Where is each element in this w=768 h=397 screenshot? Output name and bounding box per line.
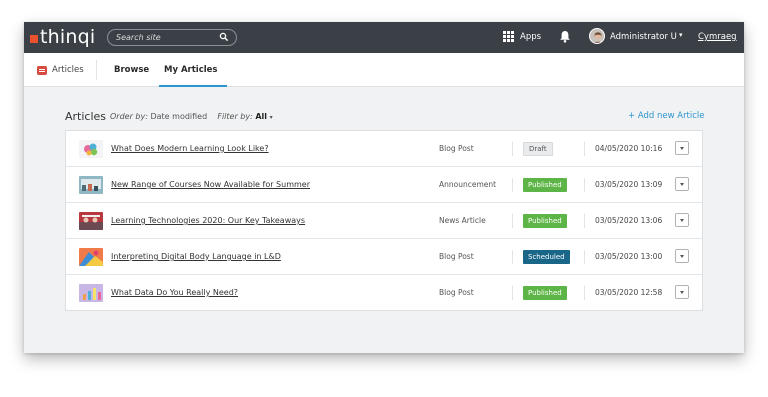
row-menu-button[interactable] — [675, 285, 689, 299]
apps-grid-icon — [503, 31, 514, 42]
article-date: 03/05/2020 13:06 — [595, 216, 663, 225]
article-type: Blog Post — [439, 144, 474, 153]
row-menu-button[interactable] — [675, 141, 689, 155]
article-type: News Article — [439, 216, 486, 225]
article-type: Announcement — [439, 180, 497, 189]
bell-icon[interactable] — [559, 30, 571, 43]
table-row: What Does Modern Learning Look Like? Blo… — [66, 131, 702, 167]
app-window: thinqi Apps Administrator U ▾ — [24, 22, 744, 353]
apps-label: Apps — [520, 31, 542, 42]
article-title-link[interactable]: What Data Do You Really Need? — [111, 288, 238, 297]
column-divider — [584, 286, 585, 300]
logo-text: thinqi — [40, 26, 96, 48]
article-date: 04/05/2020 10:16 — [595, 144, 663, 153]
avatar-image — [590, 29, 604, 43]
table-row: What Data Do You Really Need? Blog Post … — [66, 275, 702, 311]
status-badge: Published — [523, 214, 567, 228]
article-thumbnail — [79, 284, 103, 302]
filter-caret-icon[interactable]: ▾ — [270, 114, 273, 121]
status-badge: Published — [523, 178, 567, 192]
article-thumbnail — [79, 248, 103, 266]
tab-my-articles[interactable]: My Articles — [164, 65, 217, 75]
column-divider — [584, 214, 585, 228]
status-badge: Draft — [523, 142, 553, 156]
article-date: 03/05/2020 13:09 — [595, 180, 663, 189]
sub-navigation: Articles Browse My Articles — [24, 53, 744, 87]
article-thumbnail — [79, 140, 103, 158]
add-article-button[interactable]: + Add new Article — [628, 111, 705, 121]
user-menu-caret-icon[interactable]: ▾ — [679, 31, 683, 39]
column-divider — [512, 250, 513, 264]
order-by-label: Order by: — [110, 112, 148, 121]
logo[interactable]: thinqi — [30, 26, 95, 48]
articles-table: What Does Modern Learning Look Like? Blo… — [65, 130, 703, 311]
row-menu-button[interactable] — [675, 249, 689, 263]
column-divider — [512, 178, 513, 192]
page-title: Articles — [65, 110, 107, 123]
table-row: Learning Technologies 2020: Our Key Take… — [66, 203, 702, 239]
filter-by-select[interactable]: All — [255, 112, 267, 121]
filter-by-label: Filter by: — [217, 112, 253, 121]
column-divider — [584, 178, 585, 192]
search-input[interactable] — [116, 30, 216, 45]
tab-browse[interactable]: Browse — [114, 65, 149, 75]
article-type: Blog Post — [439, 252, 474, 261]
column-divider — [512, 214, 513, 228]
search-icon[interactable] — [219, 32, 229, 42]
active-tab-indicator — [159, 85, 227, 87]
user-menu[interactable]: Administrator U — [610, 32, 677, 42]
article-title-link[interactable]: Learning Technologies 2020: Our Key Take… — [111, 216, 305, 225]
article-thumbnail — [79, 212, 103, 230]
table-row: New Range of Courses Now Available for S… — [66, 167, 702, 203]
article-title-link[interactable]: New Range of Courses Now Available for S… — [111, 180, 310, 189]
article-date: 03/05/2020 13:00 — [595, 252, 663, 261]
subnav-divider — [96, 60, 97, 80]
article-title-link[interactable]: Interpreting Digital Body Language in L&… — [111, 252, 281, 261]
avatar[interactable] — [589, 28, 605, 44]
column-divider — [584, 250, 585, 264]
articles-icon — [37, 65, 47, 75]
status-badge: Published — [523, 286, 567, 300]
apps-button[interactable]: Apps — [503, 31, 541, 42]
row-menu-button[interactable] — [675, 213, 689, 227]
status-badge: Scheduled — [523, 250, 570, 264]
column-divider — [512, 142, 513, 156]
order-by-select[interactable]: Date modified — [150, 112, 207, 121]
article-thumbnail — [79, 176, 103, 194]
articles-section-label: Articles — [52, 65, 84, 75]
table-row: Interpreting Digital Body Language in L&… — [66, 239, 702, 275]
top-bar: thinqi Apps Administrator U ▾ — [24, 22, 744, 53]
row-menu-button[interactable] — [675, 177, 689, 191]
column-divider — [512, 286, 513, 300]
article-date: 03/05/2020 12:58 — [595, 288, 663, 297]
language-link[interactable]: Cymraeg — [698, 32, 737, 42]
articles-section-link[interactable]: Articles — [37, 65, 84, 75]
search-box — [107, 29, 237, 46]
sort-filter-bar: Order by: Date modified Filter by: All ▾ — [110, 112, 273, 121]
article-type: Blog Post — [439, 288, 474, 297]
logo-mark-icon — [30, 35, 38, 43]
article-title-link[interactable]: What Does Modern Learning Look Like? — [111, 144, 269, 153]
column-divider — [584, 142, 585, 156]
